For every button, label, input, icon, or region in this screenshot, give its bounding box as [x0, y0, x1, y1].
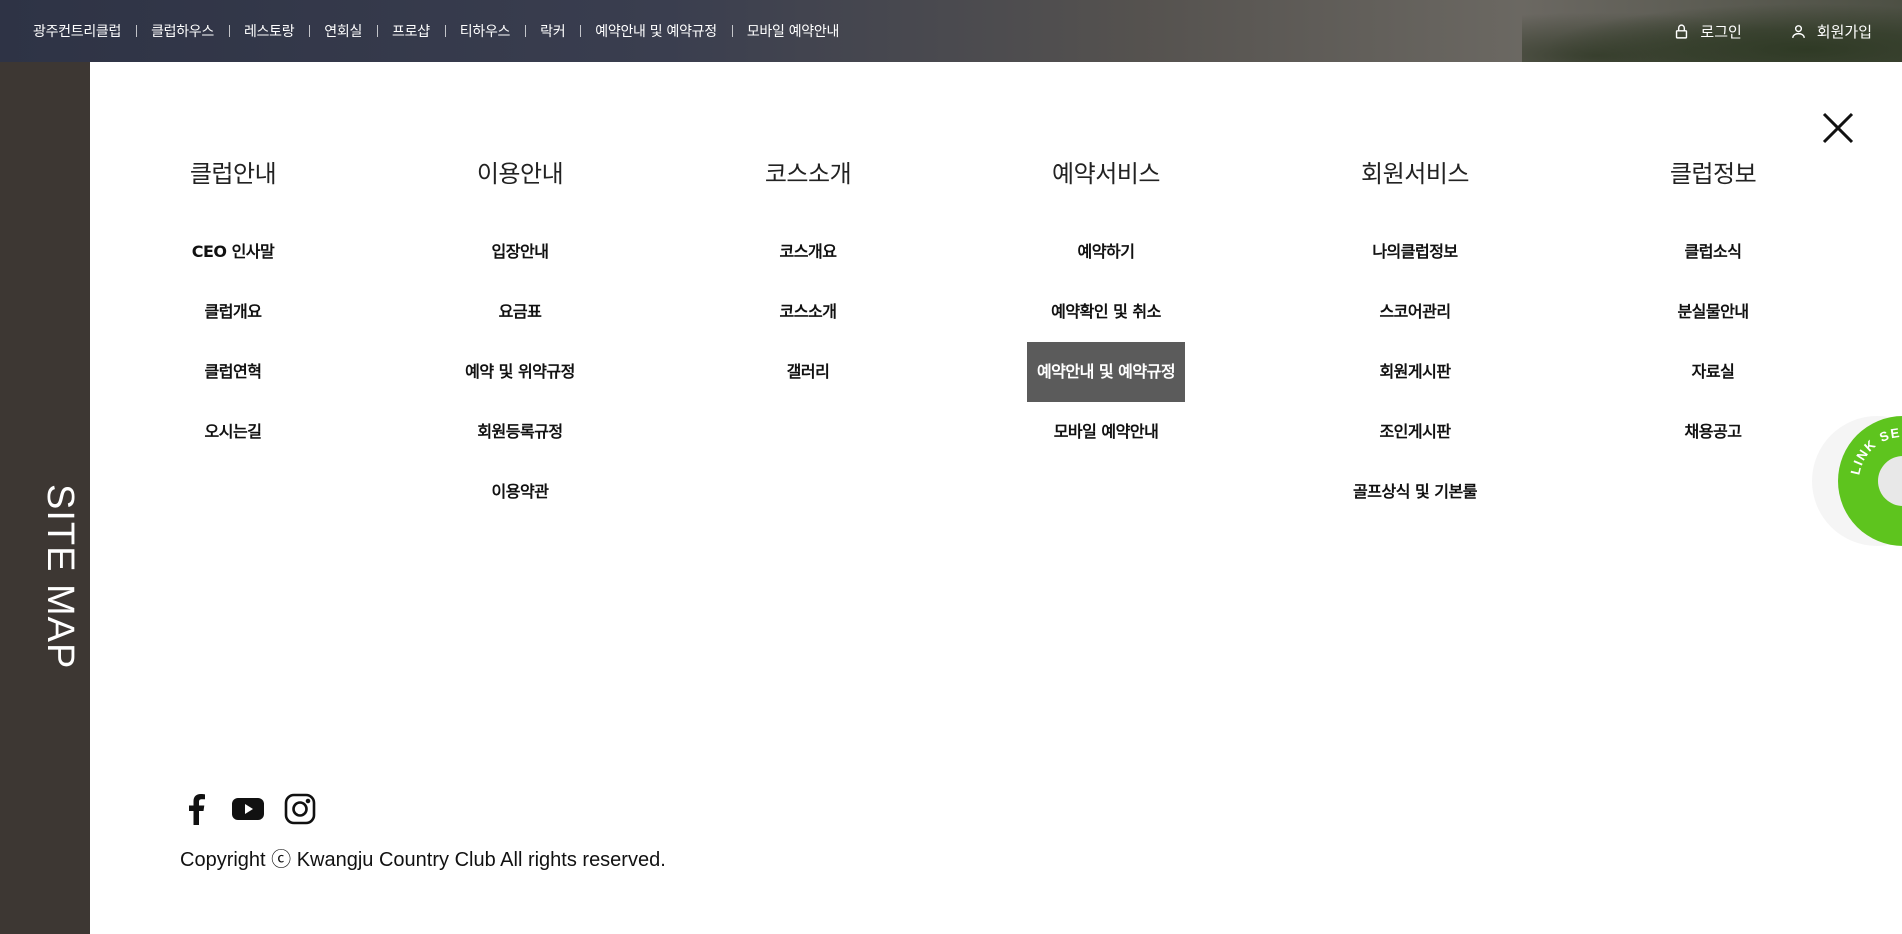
sitemap-link[interactable]: 분실물안내	[1667, 282, 1758, 342]
sitemap-link[interactable]: 조인게시판	[1369, 402, 1460, 462]
signup-label: 회원가입	[1816, 22, 1872, 41]
sitemap-link[interactable]: 오시는길	[195, 402, 272, 462]
social-links	[180, 792, 316, 826]
column-title: 예약서비스	[1052, 160, 1160, 188]
svg-text:LINK SERVICE: LINK SERVICE	[1847, 425, 1902, 476]
column-link-list: 나의클럽정보 스코어관리 회원게시판 조인게시판 골프상식 및 기본룰	[1295, 222, 1535, 522]
sitemap-column-club-news: 클럽정보 클럽소식 분실물안내 자료실 채용공고	[1593, 156, 1833, 462]
column-link-list: 코스개요 코스소개 갤러리	[688, 222, 928, 402]
copyright-text: Copyright ⓒ Kwangju Country Club All rig…	[180, 849, 666, 871]
sitemap-link[interactable]: 회원등록규정	[467, 402, 572, 462]
sitemap-link[interactable]: 코스개요	[770, 222, 847, 282]
sitemap-column-club-info: 클럽안내 CEO 인사말 클럽개요 클럽연혁 오시는길	[113, 156, 353, 462]
sitemap-link[interactable]: 예약하기	[1068, 222, 1145, 282]
user-icon	[1791, 24, 1805, 38]
column-title: 이용안내	[476, 160, 564, 188]
topnav-item-restaurant[interactable]: 레스토랑	[228, 21, 309, 41]
close-icon	[1822, 112, 1854, 144]
top-navigation: 광주컨트리클럽 클럽하우스 레스토랑 연회실 프로샵 티하우스 락커 예약안내 …	[18, 0, 854, 62]
sitemap-column-course-intro: 코스소개 코스개요 코스소개 갤러리	[688, 156, 928, 402]
facebook-icon	[189, 794, 205, 825]
sitemap-link[interactable]: 입장안내	[482, 222, 559, 282]
sitemap-link[interactable]: CEO 인사말	[182, 222, 285, 282]
sitemap-column-reservation: 예약서비스 예약하기 예약확인 및 취소 예약안내 및 예약규정 모바일 예약안…	[986, 156, 1226, 462]
column-link-list: 예약하기 예약확인 및 취소 예약안내 및 예약규정 모바일 예약안내	[986, 222, 1226, 462]
login-link[interactable]: 로그인	[1673, 21, 1742, 42]
sitemap-vertical-title: SITE MAP	[39, 484, 81, 670]
column-link-list: CEO 인사말 클럽개요 클럽연혁 오시는길	[113, 222, 353, 462]
sitemap-link[interactable]: 스코어관리	[1369, 282, 1460, 342]
sitemap-link[interactable]: 나의클럽정보	[1362, 222, 1467, 282]
column-title: 코스소개	[764, 160, 852, 188]
topnav-item-teahouse[interactable]: 티하우스	[444, 21, 525, 41]
topnav-item-proshop[interactable]: 프로샵	[377, 21, 445, 41]
youtube-icon	[232, 798, 264, 820]
topnav-item-banquet[interactable]: 연회실	[309, 21, 377, 41]
sitemap-link[interactable]: 코스소개	[770, 282, 847, 342]
topnav-item-mobile-reservation[interactable]: 모바일 예약안내	[731, 21, 854, 41]
sitemap-link[interactable]: 예약확인 및 취소	[1041, 282, 1171, 342]
column-title: 클럽정보	[1669, 160, 1757, 188]
sitemap-link[interactable]: 골프상식 및 기본룰	[1343, 462, 1487, 522]
topnav-item-reservation-rules[interactable]: 예약안내 및 예약규정	[580, 21, 732, 41]
column-link-list: 클럽소식 분실물안내 자료실 채용공고	[1593, 222, 1833, 462]
signup-link[interactable]: 회원가입	[1790, 21, 1872, 42]
sitemap-link[interactable]: 모바일 예약안내	[1044, 402, 1169, 462]
sitemap-column-usage-guide: 이용안내 입장안내 요금표 예약 및 위약규정 회원등록규정 이용약관	[400, 156, 640, 522]
column-title: 회원서비스	[1361, 160, 1469, 188]
sitemap-link[interactable]: 회원게시판	[1369, 342, 1460, 402]
youtube-link[interactable]	[232, 792, 264, 826]
sitemap-link[interactable]: 자료실	[1682, 342, 1745, 402]
sitemap-link[interactable]: 예약 및 위약규정	[455, 342, 585, 402]
topnav-item-club[interactable]: 광주컨트리클럽	[18, 21, 136, 41]
sitemap-link[interactable]: 클럽소식	[1675, 222, 1752, 282]
close-button[interactable]	[1820, 110, 1856, 146]
link-service-label: LINK SERVICE	[1847, 425, 1902, 476]
column-link-list: 입장안내 요금표 예약 및 위약규정 회원등록규정 이용약관	[400, 222, 640, 522]
sitemap-link[interactable]: 클럽개요	[195, 282, 272, 342]
instagram-link[interactable]	[284, 792, 316, 826]
top-bar: 광주컨트리클럽 클럽하우스 레스토랑 연회실 프로샵 티하우스 락커 예약안내 …	[0, 0, 1902, 62]
topnav-item-locker[interactable]: 락커	[525, 21, 580, 41]
sitemap-link[interactable]: 채용공고	[1675, 402, 1752, 462]
account-links: 로그인 회원가입	[1673, 0, 1872, 62]
login-label: 로그인	[1700, 22, 1742, 41]
sitemap-link[interactable]: 클럽연혁	[195, 342, 272, 402]
sitemap-link[interactable]: 갤러리	[777, 342, 840, 402]
column-title: 클럽안내	[189, 160, 277, 188]
sitemap-link[interactable]: 요금표	[489, 282, 552, 342]
lock-icon	[1676, 23, 1688, 39]
sitemap-link[interactable]: 이용약관	[482, 462, 559, 522]
sitemap-column-member-service: 회원서비스 나의클럽정보 스코어관리 회원게시판 조인게시판 골프상식 및 기본…	[1295, 156, 1535, 522]
instagram-icon	[284, 793, 316, 825]
facebook-link[interactable]	[180, 792, 212, 826]
topnav-item-clubhouse[interactable]: 클럽하우스	[136, 21, 229, 41]
link-service-label-ring: LINK SERVICE	[1847, 425, 1902, 476]
sitemap-link-active[interactable]: 예약안내 및 예약규정	[1026, 342, 1186, 402]
sitemap-sidebar: SITE MAP	[0, 62, 90, 934]
